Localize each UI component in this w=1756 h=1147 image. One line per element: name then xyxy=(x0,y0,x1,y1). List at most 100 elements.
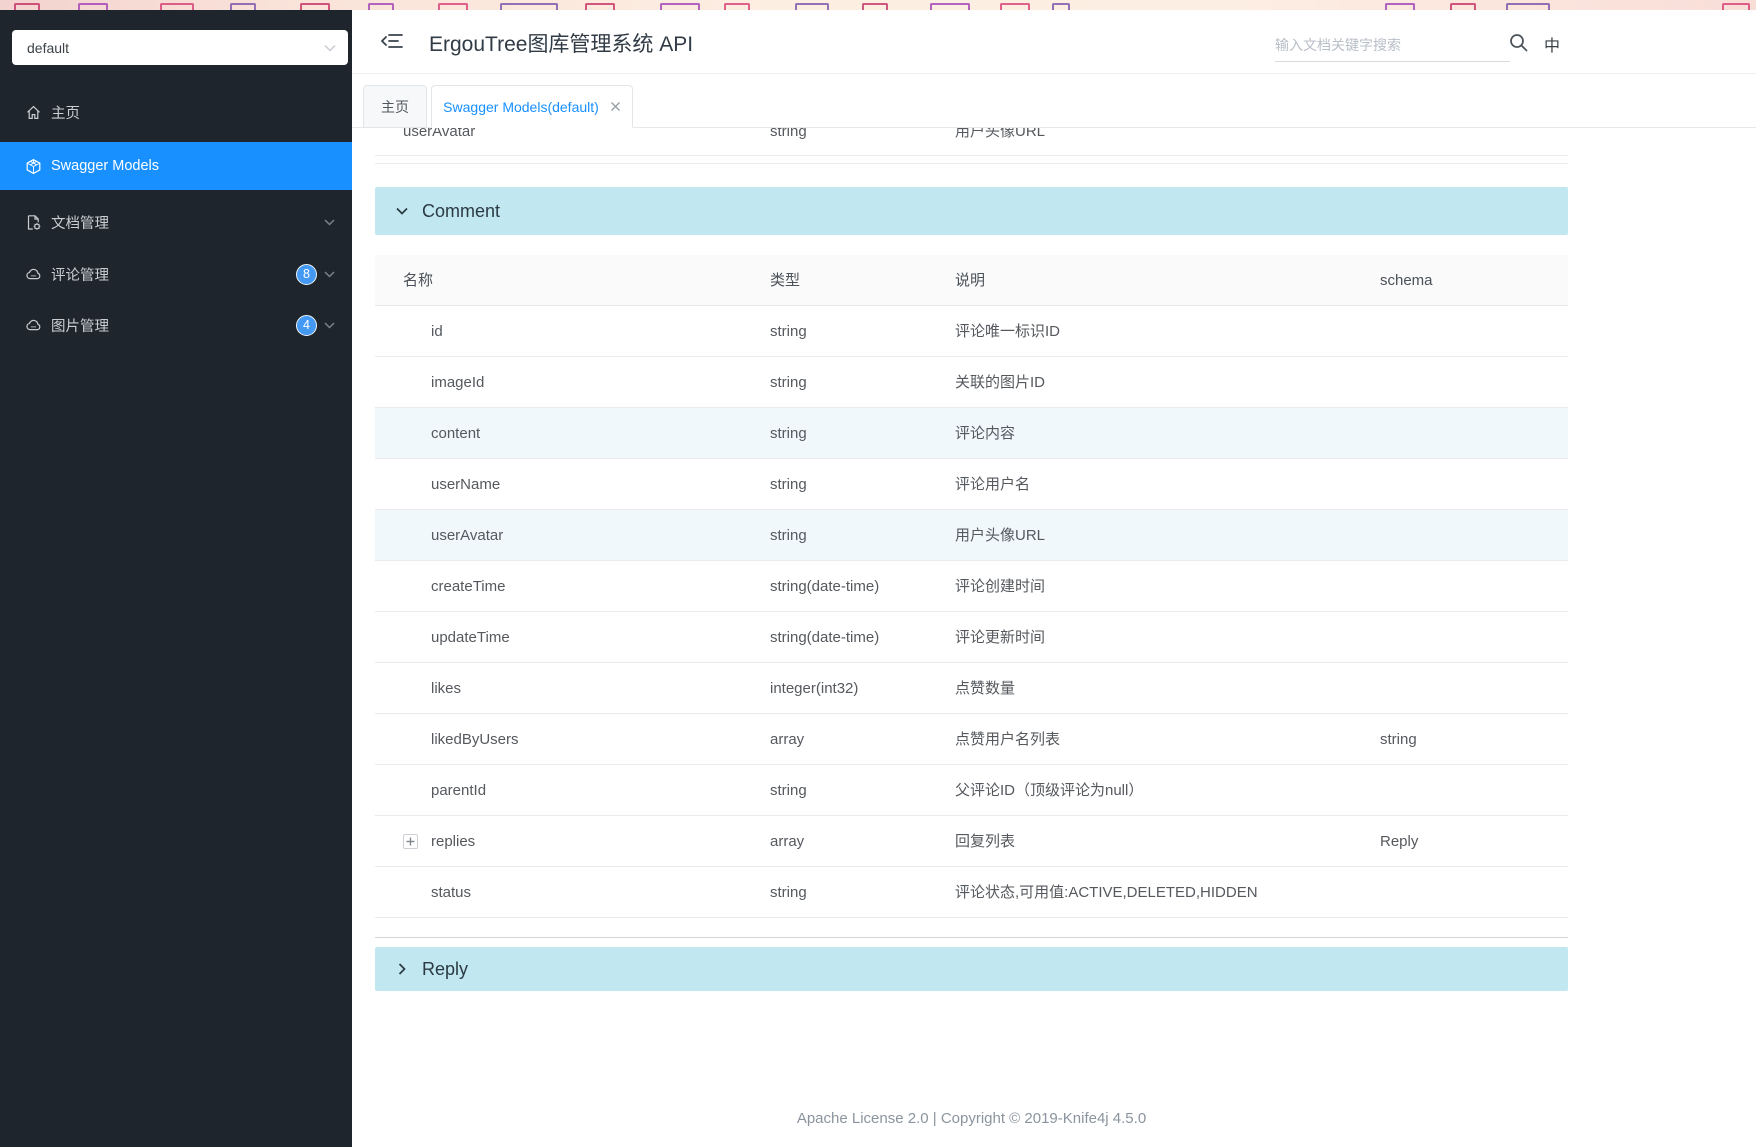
cell-type: string(date-time) xyxy=(770,629,880,646)
document-gear-icon xyxy=(25,214,42,231)
bookmark-fragment xyxy=(1450,3,1476,10)
cell-description: 关联的图片ID xyxy=(955,374,1046,391)
bookmark-fragment xyxy=(795,3,829,10)
cell-type: string xyxy=(770,425,807,442)
cell-name: userAvatar xyxy=(403,128,476,140)
cell-description: 父评论ID（顶级评论为null） xyxy=(955,782,1144,799)
sidebar-item-swagger-models[interactable]: Swagger Models xyxy=(0,142,352,190)
table-row-updateTime: updateTime string(date-time) 评论更新时间 xyxy=(375,612,1568,663)
table-row-partial: userAvatar string 用户头像URL xyxy=(375,128,1568,156)
section-header-reply[interactable]: Reply xyxy=(375,947,1568,991)
column-header-type: 类型 xyxy=(770,272,801,289)
table-row-userName: userName string 评论用户名 xyxy=(375,459,1568,510)
table-row-likes: likes integer(int32) 点赞数量 xyxy=(375,663,1568,714)
bookmark-fragment xyxy=(1385,3,1415,10)
cell-name: replies xyxy=(431,833,476,850)
table-row-id: id string 评论唯一标识ID xyxy=(375,306,1568,357)
table-row-userAvatar: userAvatar string 用户头像URL xyxy=(375,510,1568,561)
section-header-comment[interactable]: Comment xyxy=(375,187,1568,235)
home-icon xyxy=(25,104,42,121)
cell-type: string xyxy=(770,527,807,544)
sidebar-item-doc-manage[interactable]: 文档管理 xyxy=(0,198,352,246)
cell-description: 用户头像URL xyxy=(955,128,1046,140)
cell-type: string xyxy=(770,128,807,140)
column-header-schema: schema xyxy=(1380,272,1433,289)
sidebar-item-home[interactable]: 主页 xyxy=(0,88,352,136)
menu-fold-icon[interactable] xyxy=(380,31,403,51)
sidebar-item-comment-manage[interactable]: 评论管理 8 xyxy=(0,250,352,298)
app-header: ErgouTree图库管理系统 API 中 xyxy=(352,10,1756,74)
doc-search-field xyxy=(1275,28,1510,62)
cloud-api-icon xyxy=(25,317,42,334)
cell-description: 评论用户名 xyxy=(955,476,1031,493)
count-badge: 8 xyxy=(296,263,317,285)
bookmark-fragment xyxy=(500,3,558,10)
cloud-api-icon xyxy=(25,266,42,283)
table-row-content: content string 评论内容 xyxy=(375,408,1568,459)
chevron-down-icon xyxy=(324,44,336,51)
cell-type: array xyxy=(770,731,805,748)
cell-type: string xyxy=(770,884,807,901)
sidebar-item-label: Swagger Models xyxy=(51,158,159,174)
bookmark-fragment xyxy=(1000,3,1030,10)
chevron-down-icon xyxy=(324,270,335,278)
cell-name: likedByUsers xyxy=(431,731,519,748)
cell-type: integer(int32) xyxy=(770,680,859,697)
tab-label: Swagger Models(default) xyxy=(443,98,599,115)
cell-name: status xyxy=(431,884,472,901)
section-bottom-border xyxy=(375,937,1568,938)
tab-home[interactable]: 主页 xyxy=(363,85,427,128)
cell-description: 点赞用户名列表 xyxy=(955,731,1061,748)
cell-type: string xyxy=(770,323,807,340)
column-header-name: 名称 xyxy=(403,272,434,289)
cell-name: parentId xyxy=(431,782,487,799)
tab-bar: 主页 Swagger Models(default) xyxy=(352,74,1756,128)
expand-toggle[interactable] xyxy=(403,834,418,849)
api-group-select[interactable]: default xyxy=(12,30,348,65)
bookmark-fragment xyxy=(724,3,750,10)
table-row-replies: replies array 回复列表 Reply xyxy=(375,816,1568,867)
cell-description: 用户头像URL xyxy=(955,527,1046,544)
bookmark-fragment xyxy=(1506,3,1550,10)
cell-description: 回复列表 xyxy=(955,833,1016,850)
bookmark-fragment xyxy=(585,3,615,10)
column-header-description: 说明 xyxy=(955,272,986,289)
tab-swagger-models[interactable]: Swagger Models(default) xyxy=(431,85,633,128)
table-header-row: 名称 类型 说明 schema xyxy=(375,255,1568,306)
sidebar: default 主页 Swagger Models 文档管理 评论管理 8 图片… xyxy=(0,10,352,1147)
chevron-down-icon xyxy=(396,207,408,215)
bookmark-fragment xyxy=(160,3,194,10)
search-icon[interactable] xyxy=(1508,32,1529,53)
doc-search-input[interactable] xyxy=(1275,28,1510,61)
bookmark-fragment xyxy=(1722,3,1750,10)
bookmark-fragment xyxy=(438,3,468,10)
cell-name: content xyxy=(431,425,481,442)
cell-type: string xyxy=(770,476,807,493)
chevron-right-icon xyxy=(398,963,406,975)
cell-type: string xyxy=(770,782,807,799)
bookmark-fragment xyxy=(1052,3,1070,10)
cell-name: id xyxy=(431,323,443,340)
bookmark-fragment xyxy=(660,3,700,10)
browser-bookmarks-bar[interactable] xyxy=(0,0,1756,10)
plus-icon xyxy=(406,837,415,846)
count-badge: 4 xyxy=(296,314,317,336)
language-toggle[interactable]: 中 xyxy=(1544,32,1560,56)
api-group-select-value: default xyxy=(27,39,70,56)
cell-description: 评论内容 xyxy=(955,425,1016,442)
bookmark-fragment xyxy=(230,3,256,10)
sidebar-item-label: 文档管理 xyxy=(51,215,109,232)
cell-name: userAvatar xyxy=(431,527,504,544)
bookmark-fragment xyxy=(300,3,330,10)
sidebar-item-label: 评论管理 xyxy=(51,267,109,284)
page-title: ErgouTree图库管理系统 API xyxy=(429,33,694,56)
cell-description: 点赞数量 xyxy=(955,680,1016,697)
tab-label: 主页 xyxy=(381,98,409,115)
close-icon[interactable] xyxy=(610,101,621,112)
cell-description: 评论创建时间 xyxy=(955,578,1046,595)
table-row-status: status string 评论状态,可用值:ACTIVE,DELETED,HI… xyxy=(375,867,1568,918)
cell-description: 评论状态,可用值:ACTIVE,DELETED,HIDDEN xyxy=(955,884,1258,901)
cell-schema: string xyxy=(1380,731,1417,748)
table-row-createTime: createTime string(date-time) 评论创建时间 xyxy=(375,561,1568,612)
sidebar-item-image-manage[interactable]: 图片管理 4 xyxy=(0,301,352,349)
